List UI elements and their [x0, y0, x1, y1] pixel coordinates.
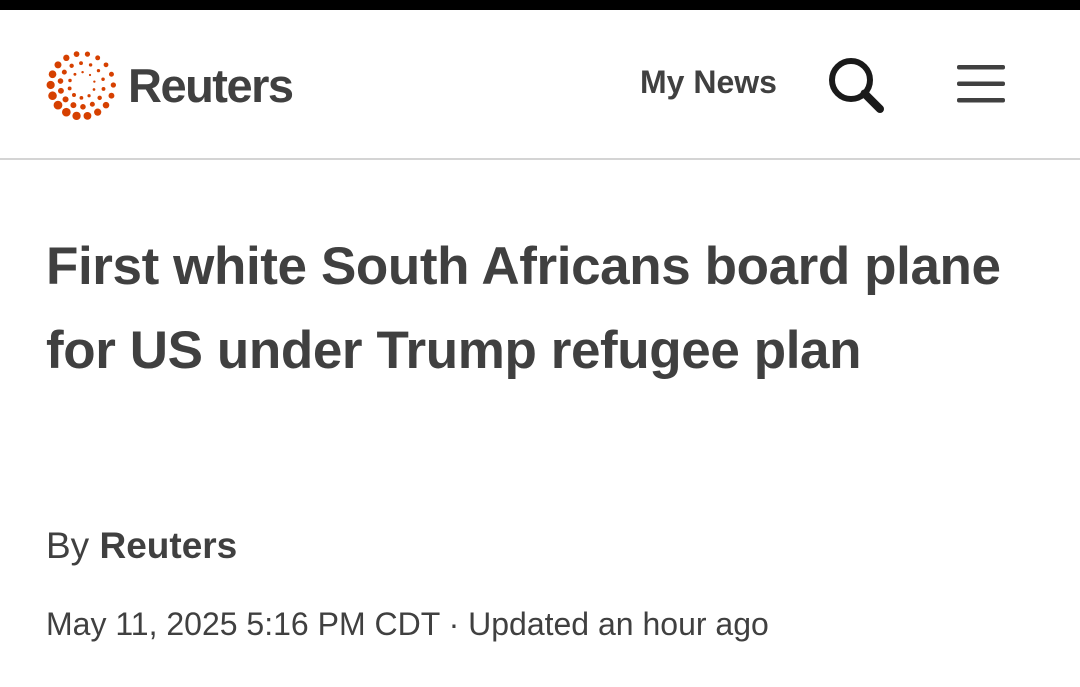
- logo-dot: [73, 72, 77, 76]
- logo-dot: [69, 63, 74, 68]
- logo-dot: [48, 70, 57, 79]
- search-button[interactable]: [826, 55, 886, 115]
- published-time: May 11, 2025 5:16 PM CDT: [46, 606, 440, 642]
- logo-dot: [61, 69, 67, 75]
- logo-dot: [80, 104, 86, 110]
- logo-dot: [103, 62, 109, 68]
- site-header: Reuters My News: [0, 10, 1080, 160]
- logo-dot: [81, 70, 84, 74]
- brand-name: Reuters: [128, 58, 294, 112]
- logo-dot: [110, 82, 117, 88]
- logo-dot: [79, 61, 83, 66]
- logo-dot: [95, 55, 101, 61]
- logo-dot: [67, 86, 72, 91]
- search-icon: [829, 58, 884, 113]
- logo-dot: [53, 100, 63, 110]
- menu-button[interactable]: [953, 62, 1009, 106]
- logo-dot: [108, 92, 115, 99]
- logo-dot: [101, 86, 106, 91]
- logo-dot: [89, 101, 95, 107]
- logo-dot: [84, 51, 91, 57]
- logo-dot: [57, 87, 64, 94]
- logo-dot: [72, 111, 81, 121]
- logo-dot: [102, 101, 110, 109]
- logo-dot: [108, 71, 114, 77]
- logo-dot: [54, 61, 62, 69]
- logo-dot: [93, 80, 96, 83]
- date-separator: ·: [448, 606, 460, 642]
- reuters-logo[interactable]: Reuters: [44, 45, 294, 125]
- status-bar-strip: [0, 0, 1080, 10]
- logo-dot: [88, 73, 92, 77]
- byline: By Reuters: [46, 521, 237, 571]
- logo-dot: [73, 51, 80, 57]
- logo-dot: [94, 108, 102, 116]
- logo-dot: [83, 111, 92, 120]
- article-headline: First white South Africans board plane f…: [46, 237, 1001, 380]
- logo-dot: [79, 95, 84, 100]
- logo-dot: [62, 96, 69, 103]
- logo-dot: [48, 91, 57, 101]
- logo-dot: [97, 95, 102, 101]
- logo-dot: [46, 80, 55, 90]
- logo-dot: [70, 102, 77, 109]
- logo-dot: [87, 94, 91, 98]
- logo-dot: [96, 68, 101, 73]
- logo-dot: [92, 88, 96, 91]
- logo-dot: [88, 63, 93, 67]
- my-news-link[interactable]: My News: [640, 62, 777, 102]
- logo-dot: [62, 107, 71, 117]
- article-dateline: May 11, 2025 5:16 PM CDT · Updated an ho…: [46, 602, 769, 646]
- logo-dot: [101, 77, 105, 81]
- reuters-logo-icon: [46, 51, 117, 121]
- author-link[interactable]: Reuters: [99, 525, 237, 566]
- logo-dot: [57, 78, 64, 84]
- hamburger-menu-icon: [957, 65, 1005, 103]
- logo-dot: [68, 78, 72, 83]
- updated-time: Updated an hour ago: [468, 606, 769, 642]
- logo-dot: [63, 54, 70, 62]
- byline-prefix: By: [46, 525, 90, 566]
- logo-dot: [72, 93, 76, 98]
